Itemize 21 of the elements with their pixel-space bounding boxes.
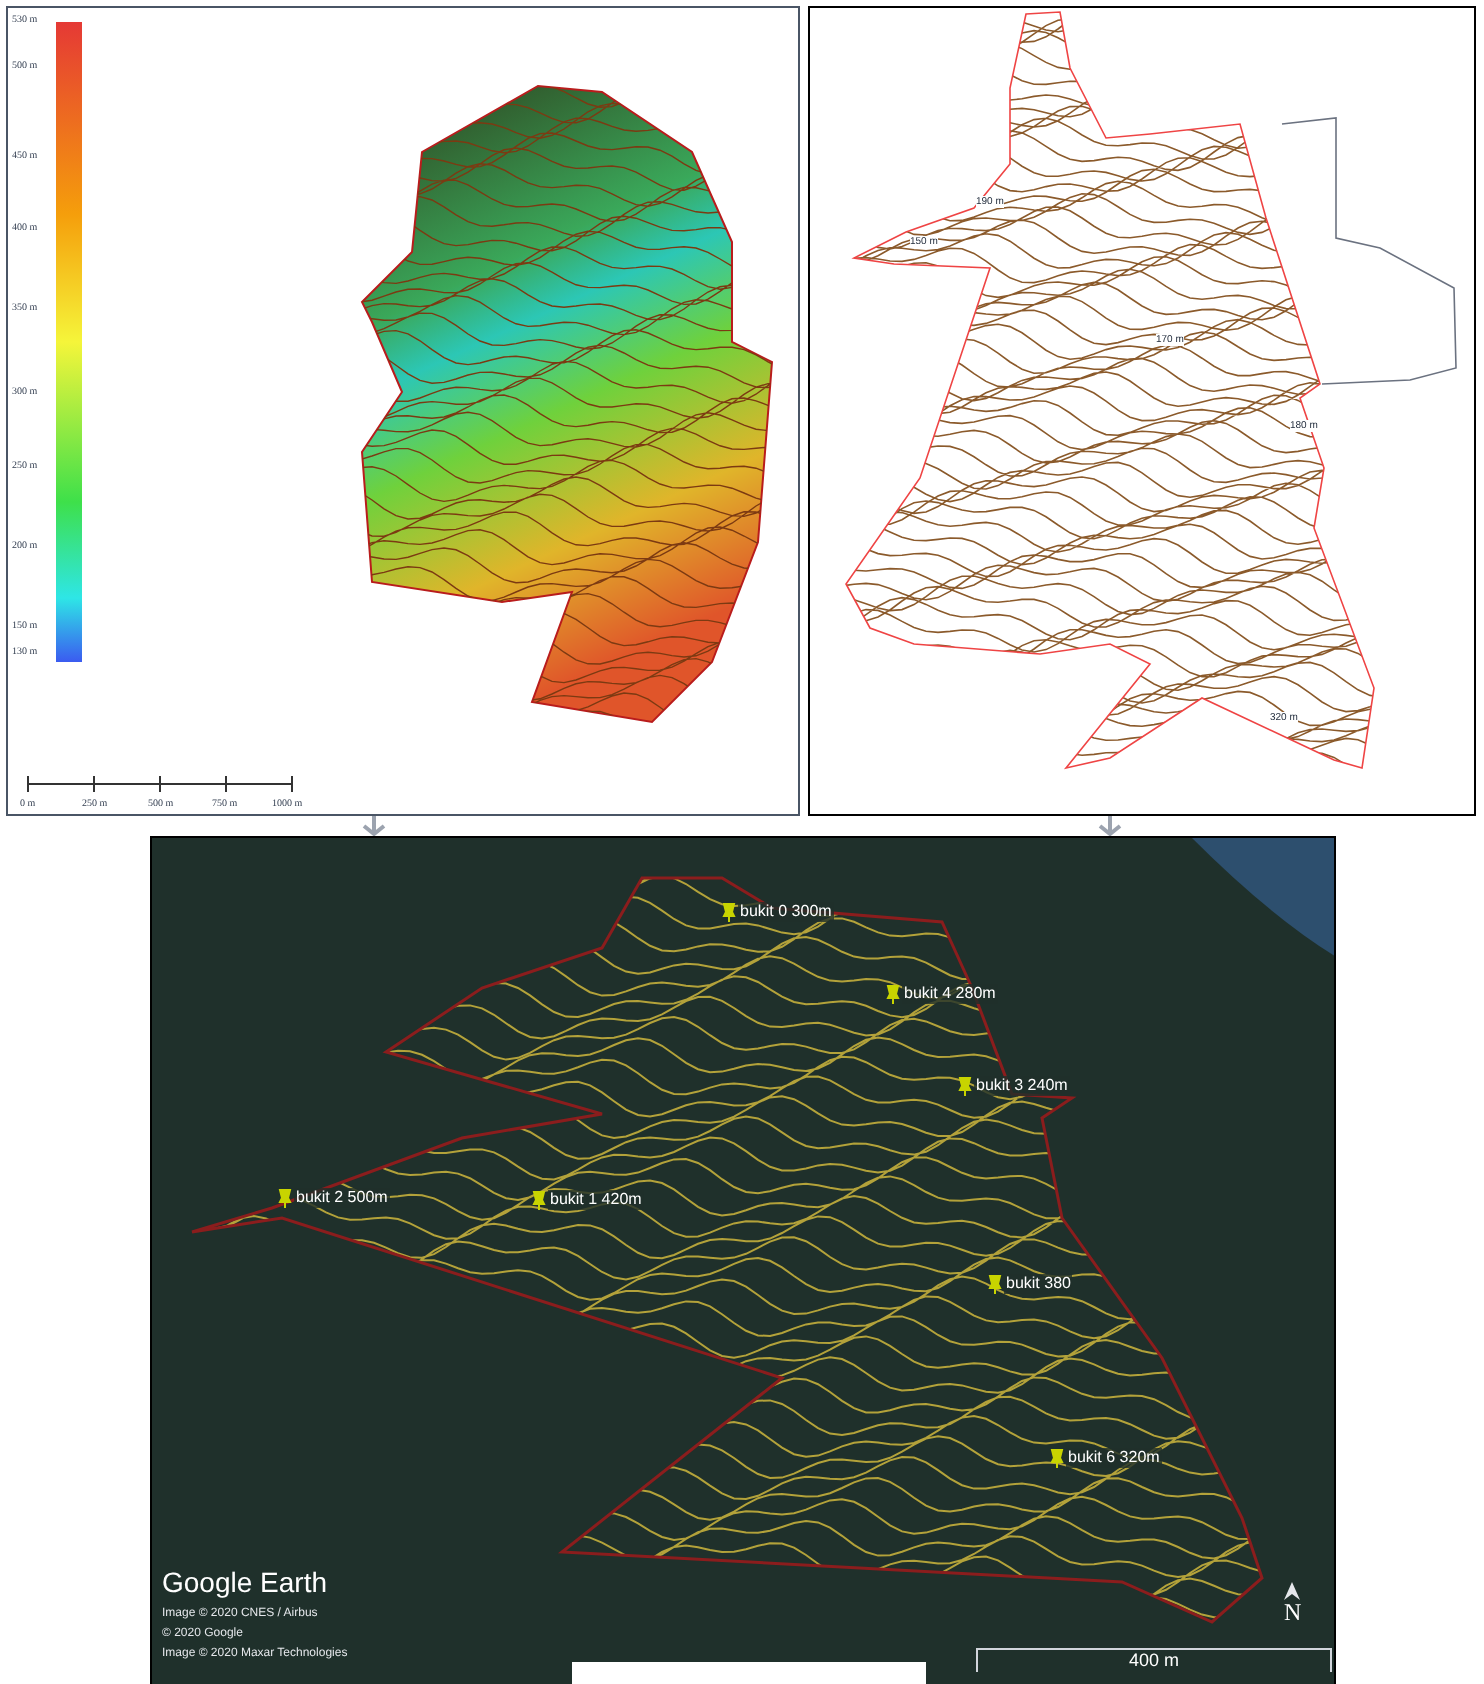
placemark-label: bukit 2 500m	[294, 1188, 390, 1208]
down-arrow-icon	[1096, 816, 1124, 836]
pushpin-icon[interactable]	[722, 902, 736, 922]
pushpin-icon[interactable]	[278, 1188, 292, 1208]
north-arrow-icon	[1284, 1582, 1301, 1600]
down-arrow-icon	[360, 816, 388, 836]
placemark-label: bukit 0 300m	[738, 902, 834, 922]
pushpin-icon[interactable]	[1050, 1448, 1064, 1468]
north-label: N	[1284, 1600, 1302, 1626]
pushpin-icon[interactable]	[988, 1274, 1002, 1294]
sea-area	[1192, 838, 1334, 958]
pushpin-icon[interactable]	[958, 1076, 972, 1096]
map-scale-bar: 400 m	[976, 1648, 1332, 1672]
google-earth-logo: Google Earth	[162, 1566, 327, 1598]
placemark-label: bukit 3 240m	[974, 1076, 1070, 1096]
placemark-label: bukit 6 320m	[1066, 1448, 1162, 1468]
pushpin-icon[interactable]	[532, 1190, 546, 1210]
pushpin-icon[interactable]	[886, 984, 900, 1004]
placemark-label: bukit 380	[1004, 1274, 1073, 1294]
placemark-label: bukit 4 280m	[902, 984, 998, 1004]
placemark-label: bukit 1 420m	[548, 1190, 644, 1210]
